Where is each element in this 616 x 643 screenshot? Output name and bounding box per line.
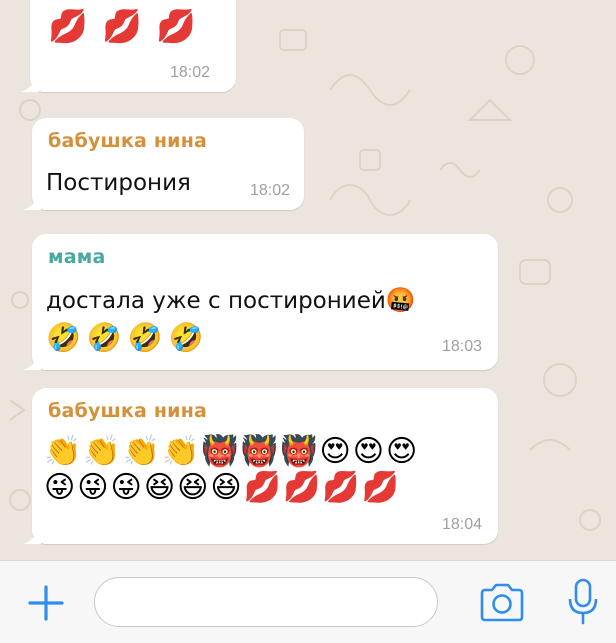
message-input[interactable] xyxy=(95,578,437,626)
message-text: достала уже с постиронией🤬 xyxy=(46,286,416,314)
sender-name: бабушка нина xyxy=(48,400,208,422)
message-bubble[interactable]: бабушка нина 👏👏👏👏👹👹👹😍😍😍 😜😜😜😆😆😆💋💋💋💋 18:04 xyxy=(23,388,498,544)
message-timestamp: 18:04 xyxy=(441,516,482,533)
bubble-tail xyxy=(21,74,39,92)
message-bubble[interactable]: бабушка нина Постирония 18:02 xyxy=(23,118,304,210)
emoji-content-row-1: 👏👏👏👏👹👹👹😍😍😍 xyxy=(44,434,420,469)
message-input-field[interactable] xyxy=(94,577,438,627)
sender-name: бабушка нина xyxy=(48,130,208,152)
message-timestamp: 18:03 xyxy=(441,338,482,355)
bubble-tail xyxy=(23,352,41,370)
emoji-content: 🤣🤣🤣🤣 xyxy=(46,321,210,354)
message-text: Постирония xyxy=(46,170,191,196)
emoji-content-row-2: 😜😜😜😆😆😆💋💋💋💋 xyxy=(44,470,402,505)
camera-icon[interactable] xyxy=(478,581,526,623)
message-timestamp: 18:02 xyxy=(249,182,290,199)
microphone-icon[interactable] xyxy=(566,577,600,627)
plus-icon[interactable] xyxy=(26,583,66,623)
inline-emoji: 🤬 xyxy=(385,286,416,314)
bubble-tail xyxy=(23,526,41,544)
message-bubble[interactable]: 💋 💋 💋 18:02 xyxy=(21,0,236,92)
message-bubble[interactable]: мама достала уже с постиронией🤬 🤣🤣🤣🤣 18:… xyxy=(23,234,498,370)
message-input-bar xyxy=(0,560,616,643)
bubble-tail xyxy=(23,192,41,210)
message-timestamp: 18:02 xyxy=(169,64,210,81)
sender-name: мама xyxy=(48,246,106,268)
emoji-content: 💋 💋 💋 xyxy=(48,7,198,45)
message-text-body: достала уже с постиронией xyxy=(46,288,386,314)
